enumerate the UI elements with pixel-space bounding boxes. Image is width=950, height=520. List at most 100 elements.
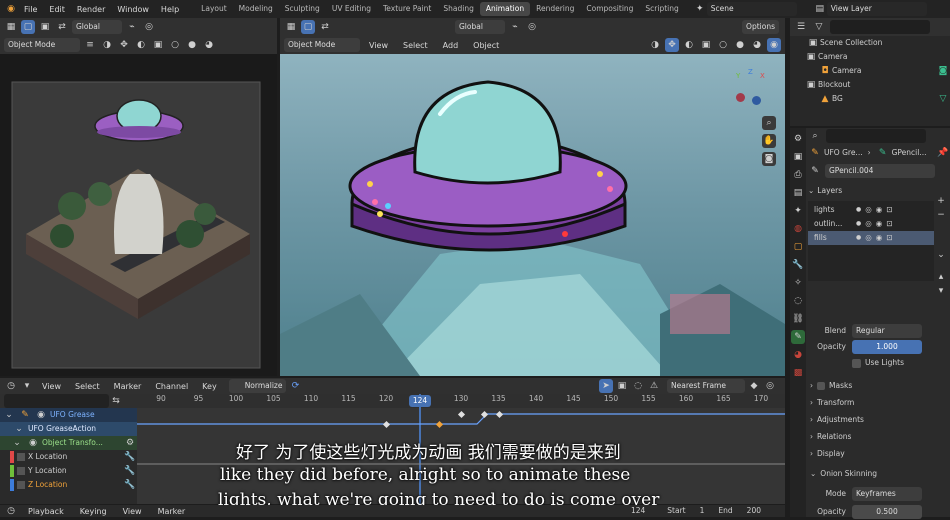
- menu-help[interactable]: Help: [155, 5, 185, 14]
- menu-file[interactable]: File: [18, 5, 43, 14]
- outliner-search[interactable]: [830, 20, 930, 34]
- properties-search-icon[interactable]: ⌕: [808, 129, 822, 143]
- adjustments-section[interactable]: › Adjustments: [808, 411, 950, 428]
- editor-type-icon-main[interactable]: ▦: [284, 20, 298, 34]
- shading-wire-icon[interactable]: ○: [168, 38, 182, 52]
- layer-item-outline[interactable]: outlin... ● ◎ ◉ ⊡: [808, 217, 934, 231]
- shading-wire-icon-main[interactable]: ○: [716, 38, 730, 52]
- channel-y-location[interactable]: Y Location 🔧: [0, 464, 137, 478]
- visibility-eye-icon[interactable]: ◉: [26, 436, 40, 450]
- tab-compositing[interactable]: Compositing: [580, 2, 639, 16]
- properties-search[interactable]: [826, 129, 926, 143]
- gizmo-neg-x-icon[interactable]: [736, 93, 745, 102]
- current-frame-field[interactable]: 124: [631, 505, 645, 517]
- xray-icon[interactable]: ▣: [151, 38, 165, 52]
- end-field[interactable]: 200: [747, 505, 761, 517]
- channel-x-location[interactable]: X Location 🔧: [0, 450, 137, 464]
- gizmo-y-label[interactable]: Y: [736, 72, 740, 80]
- xray-icon-main[interactable]: ▣: [699, 38, 713, 52]
- dot-icon[interactable]: ●: [856, 231, 861, 245]
- output-tab-icon[interactable]: ⎙: [791, 168, 805, 182]
- tab-sculpting[interactable]: Sculpting: [279, 2, 326, 16]
- editor-type-icon[interactable]: ▦: [4, 20, 18, 34]
- dope-menu-marker[interactable]: Marker: [108, 382, 148, 391]
- channel-z-location[interactable]: Z Location 🔧: [0, 478, 137, 492]
- overlay-icon[interactable]: ◐: [134, 38, 148, 52]
- outliner-item-camera[interactable]: ◘ Camera ◙: [790, 64, 950, 78]
- layers-panel-header[interactable]: ⌄ Layers: [808, 183, 950, 199]
- scene-selector[interactable]: Scene: [706, 2, 797, 16]
- texture-tab-icon[interactable]: ▩: [791, 366, 805, 380]
- shading-material-icon-main[interactable]: ◕: [750, 38, 764, 52]
- use-lights-row[interactable]: Use Lights: [808, 355, 950, 371]
- gpencil-data-tab-icon[interactable]: ✎: [791, 330, 805, 344]
- object-tab-icon[interactable]: ▢: [791, 240, 805, 254]
- blender-logo-icon[interactable]: ◉: [4, 2, 18, 16]
- mesh-data-icon[interactable]: ▽: [936, 92, 950, 106]
- display-section[interactable]: › Display: [808, 445, 950, 462]
- use-lights-icon[interactable]: ◎: [865, 217, 872, 231]
- lock-icon[interactable]: ⊡: [886, 217, 892, 231]
- overlay-icon-main[interactable]: ◐: [682, 38, 696, 52]
- show-hidden-icon[interactable]: ◌: [631, 379, 645, 393]
- masks-checkbox[interactable]: [817, 381, 825, 390]
- outliner-item-bg[interactable]: ▲ BG ▽: [790, 92, 950, 106]
- menu-edit[interactable]: Edit: [43, 5, 71, 14]
- outliner-item-camera-collection[interactable]: ▣ Camera: [790, 50, 950, 64]
- move-up-icon[interactable]: ▴: [934, 270, 948, 284]
- layer-item-fills[interactable]: fills ● ◎ ◉ ⊡: [808, 231, 934, 245]
- physics-tab-icon[interactable]: ◌: [791, 294, 805, 308]
- layer-specials-icon[interactable]: ⌄: [934, 248, 948, 262]
- datablock-name-field[interactable]: GPencil.004: [825, 164, 935, 178]
- snap-icon[interactable]: ⌁: [125, 20, 139, 34]
- main-menu-view[interactable]: View: [363, 41, 394, 50]
- camera-view-icon[interactable]: ◙: [762, 152, 776, 166]
- cursor-select-icon[interactable]: ➤: [599, 379, 613, 393]
- outliner-type-icon[interactable]: ☰: [794, 20, 808, 34]
- keying-menu[interactable]: Keying: [74, 507, 113, 516]
- tab-uv-editing[interactable]: UV Editing: [326, 2, 377, 16]
- eye-icon[interactable]: ◉: [876, 203, 883, 217]
- lock-icon[interactable]: ⊡: [886, 203, 892, 217]
- tab-rendering[interactable]: Rendering: [530, 2, 580, 16]
- navigation-gizmo[interactable]: Z Y X: [728, 68, 778, 118]
- only-errors-icon[interactable]: ⚠: [647, 379, 661, 393]
- main-menu-add[interactable]: Add: [437, 41, 465, 50]
- tab-animation[interactable]: Animation: [479, 2, 531, 16]
- wrench-icon[interactable]: 🔧: [123, 450, 137, 464]
- show-only-selected-icon[interactable]: ▣: [615, 379, 629, 393]
- view-layer-selector[interactable]: View Layer: [826, 2, 927, 16]
- blend-select[interactable]: Regular: [852, 324, 922, 338]
- playback-menu[interactable]: Playback: [22, 507, 70, 516]
- transform-icon-main[interactable]: ⇄: [318, 20, 332, 34]
- eye-icon[interactable]: ◉: [876, 231, 883, 245]
- main-viewport[interactable]: Z Y X ⌕ ✋ ◙: [280, 54, 785, 376]
- tab-layout[interactable]: Layout: [195, 2, 233, 16]
- eye-icon[interactable]: ◉: [876, 217, 883, 231]
- outliner-item-scene-collection[interactable]: ▣ Scene Collection: [790, 36, 950, 50]
- proportional-icon-main[interactable]: ◎: [525, 20, 539, 34]
- remove-layer-icon[interactable]: −: [934, 208, 948, 222]
- dot-icon[interactable]: ●: [856, 203, 861, 217]
- dot-icon[interactable]: ●: [856, 217, 861, 231]
- gizmo-z-label[interactable]: Z: [748, 68, 753, 76]
- left-viewport[interactable]: [0, 54, 277, 376]
- outliner-item-blockout[interactable]: ▣ Blockout: [790, 78, 950, 92]
- interpolation-select[interactable]: Nearest Frame: [667, 379, 745, 393]
- view-layer-tab-icon[interactable]: ▤: [791, 186, 805, 200]
- proportional-icon[interactable]: ◎: [142, 20, 156, 34]
- channel-search[interactable]: [4, 394, 109, 408]
- use-lights-icon[interactable]: ◎: [865, 203, 872, 217]
- snap-icon-main[interactable]: ⌁: [508, 20, 522, 34]
- pin-icon[interactable]: 📌: [936, 146, 950, 160]
- channel-checkbox[interactable]: [17, 481, 25, 489]
- channel-ufo-grease-action[interactable]: ⌄ UFO GreaseAction: [0, 422, 137, 436]
- render-tab-icon[interactable]: ▣: [791, 150, 805, 164]
- gizmo-icon-main[interactable]: ✥: [665, 38, 679, 52]
- channel-modifier-icon[interactable]: ⚙: [123, 436, 137, 450]
- effects-tab-icon[interactable]: ✧: [791, 276, 805, 290]
- timeline-type-icon[interactable]: ◷: [4, 505, 18, 517]
- main-menu-object[interactable]: Object: [467, 41, 505, 50]
- layer-item-lights[interactable]: lights ● ◎ ◉ ⊡: [808, 203, 934, 217]
- scene-icon[interactable]: ✦: [693, 2, 707, 16]
